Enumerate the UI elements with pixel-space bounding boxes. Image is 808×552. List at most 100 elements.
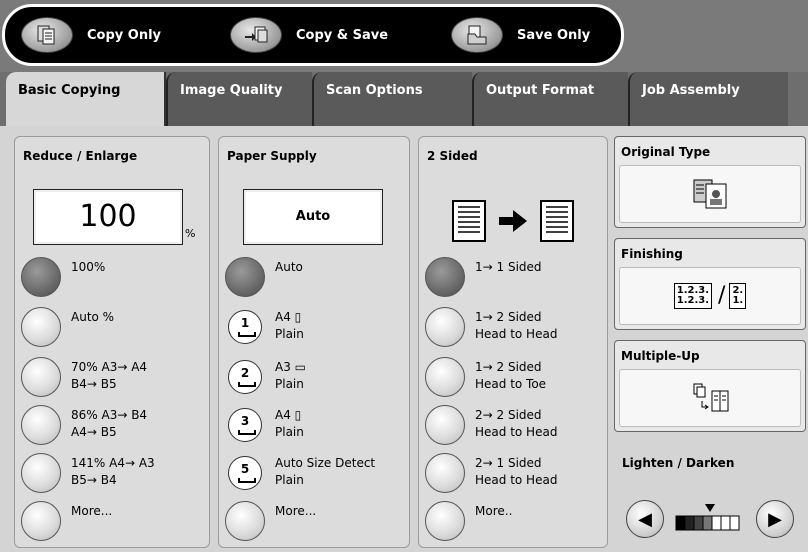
radio-button: [425, 307, 465, 347]
right-arrow-icon: ▶: [768, 508, 782, 530]
tab-label: Output Format: [486, 83, 595, 98]
option-sublabel: Plain: [275, 473, 304, 487]
option-label: Auto Size Detect: [275, 456, 376, 470]
tab-job-assembly[interactable]: Job Assembly: [628, 72, 788, 126]
option-label: Auto %: [71, 310, 115, 324]
save-only-icon: [451, 17, 503, 53]
option-paper-more[interactable]: More...: [225, 501, 316, 541]
option-tray-3[interactable]: 3 A4 ▯ Plain: [225, 405, 304, 442]
option-86-percent[interactable]: 86% A3→ B4 A4→ B5: [21, 405, 147, 445]
radio-button: [21, 307, 61, 347]
option-label: 1→ 1 Sided: [475, 260, 542, 274]
tab-label: Scan Options: [326, 83, 423, 98]
option-label: 1→ 2 Sided: [475, 310, 542, 324]
option-1-to-1-sided[interactable]: 1→ 1 Sided: [425, 257, 542, 297]
portrait-orientation-icon: ▯: [290, 408, 302, 422]
option-sublabel: B4→ B5: [71, 377, 117, 391]
original-type-button[interactable]: Original Type: [614, 136, 806, 228]
panel-title: Paper Supply: [227, 149, 317, 163]
tab-scan-options[interactable]: Scan Options: [312, 72, 472, 126]
option-label: 141% A4→ A3: [71, 456, 155, 470]
option-tray-1[interactable]: 1 A4 ▯ Plain: [225, 307, 304, 344]
finishing-preview: 1.2.3. 1.2.3. / 2. 1.: [619, 267, 801, 325]
landscape-orientation-icon: ▭: [290, 360, 306, 374]
bypass-tray-5-icon: 5: [228, 456, 262, 490]
option-sublabel: A4→ B5: [71, 425, 117, 439]
paper-supply-value[interactable]: Auto: [243, 189, 383, 245]
option-2-to-1-head-to-head[interactable]: 2→ 1 Sided Head to Head: [425, 453, 557, 493]
option-two-sided-more[interactable]: More..: [425, 501, 512, 541]
tab-output-format[interactable]: Output Format: [472, 72, 628, 126]
copy-save-icon: [230, 17, 282, 53]
save-only-button[interactable]: Save Only: [451, 17, 590, 53]
option-label: A4 ▯: [275, 408, 302, 422]
finishing-button[interactable]: Finishing 1.2.3. 1.2.3. / 2. 1.: [614, 238, 806, 330]
option-more[interactable]: More...: [21, 501, 112, 541]
radio-button: [21, 453, 61, 493]
tab-label: Basic Copying: [18, 83, 121, 98]
percent-unit: %: [185, 227, 196, 240]
tab-bar: Basic Copying Image Quality Scan Options…: [0, 72, 808, 126]
radio-button: [225, 257, 265, 297]
paper-supply-panel: Paper Supply Auto Auto 1 A4 ▯ Plain 2 A3 …: [218, 136, 410, 548]
option-100-percent[interactable]: 100%: [21, 257, 105, 297]
tab-label: Job Assembly: [642, 83, 740, 98]
copy-save-button[interactable]: Copy & Save: [230, 17, 388, 53]
option-label: 100%: [71, 260, 106, 274]
option-label: 2→ 2 Sided: [475, 408, 542, 422]
radio-button: [21, 257, 61, 297]
option-paper-auto[interactable]: Auto: [225, 257, 303, 297]
option-auto-percent[interactable]: Auto %: [21, 307, 114, 347]
option-sublabel: Head to Head: [475, 327, 558, 341]
option-141-percent[interactable]: 141% A4→ A3 B5→ B4: [21, 453, 155, 493]
radio-button: [225, 501, 265, 541]
multiple-up-label: Multiple-Up: [621, 349, 700, 363]
option-label: 1→ 2 Sided: [475, 360, 542, 374]
density-indicator-icon: [705, 504, 715, 512]
lighten-button[interactable]: ◀: [626, 500, 664, 538]
radio-button: [21, 357, 61, 397]
option-sublabel: Head to Toe: [475, 377, 547, 391]
option-sublabel: B5→ B4: [71, 473, 117, 487]
radio-button: [425, 453, 465, 493]
basic-copying-content: Reduce / Enlarge 100 % 100% Auto % 70% A…: [0, 126, 808, 552]
radio-button: [425, 257, 465, 297]
option-label: 70% A3→ A4: [71, 360, 148, 374]
darken-button[interactable]: ▶: [756, 500, 794, 538]
original-type-preview: [619, 165, 801, 223]
left-arrow-icon: ◀: [638, 508, 652, 530]
radio-button: [425, 501, 465, 541]
tray-2-icon: 2: [228, 360, 262, 394]
multiple-up-icon: [693, 383, 729, 412]
option-tray-5[interactable]: 5 Auto Size Detect Plain: [225, 453, 375, 490]
option-1-to-2-head-to-toe[interactable]: 1→ 2 Sided Head to Toe: [425, 357, 546, 397]
radio-button: [21, 501, 61, 541]
option-2-to-2-head-to-head[interactable]: 2→ 2 Sided Head to Head: [425, 405, 557, 445]
tab-basic-copying[interactable]: Basic Copying: [6, 72, 166, 126]
radio-button: [425, 357, 465, 397]
option-70-percent[interactable]: 70% A3→ A4 B4→ B5: [21, 357, 147, 397]
option-label: More..: [475, 504, 513, 518]
option-sublabel: Head to Head: [475, 473, 558, 487]
photo-and-text-icon: [693, 179, 727, 209]
tab-image-quality[interactable]: Image Quality: [166, 72, 312, 126]
option-label: A4 ▯: [275, 310, 302, 324]
reduce-enlarge-value[interactable]: 100: [33, 189, 183, 245]
radio-button: [21, 405, 61, 445]
save-only-label: Save Only: [517, 27, 591, 43]
copy-only-button[interactable]: Copy Only: [21, 17, 161, 53]
radio-button: [425, 405, 465, 445]
option-label: More...: [275, 504, 317, 518]
tab-label: Image Quality: [180, 83, 283, 98]
copy-save-label: Copy & Save: [296, 27, 389, 43]
copy-only-label: Copy Only: [87, 27, 162, 43]
multiple-up-button[interactable]: Multiple-Up: [614, 340, 806, 432]
portrait-orientation-icon: ▯: [290, 310, 302, 324]
density-scale: [675, 504, 740, 531]
copy-only-icon: [21, 17, 73, 53]
finishing-label: Finishing: [621, 247, 683, 261]
option-sublabel: Plain: [275, 327, 304, 341]
two-sided-diagram-icon: [452, 200, 574, 242]
option-tray-2[interactable]: 2 A3 ▭ Plain: [225, 357, 306, 394]
option-1-to-2-head-to-head[interactable]: 1→ 2 Sided Head to Head: [425, 307, 557, 347]
